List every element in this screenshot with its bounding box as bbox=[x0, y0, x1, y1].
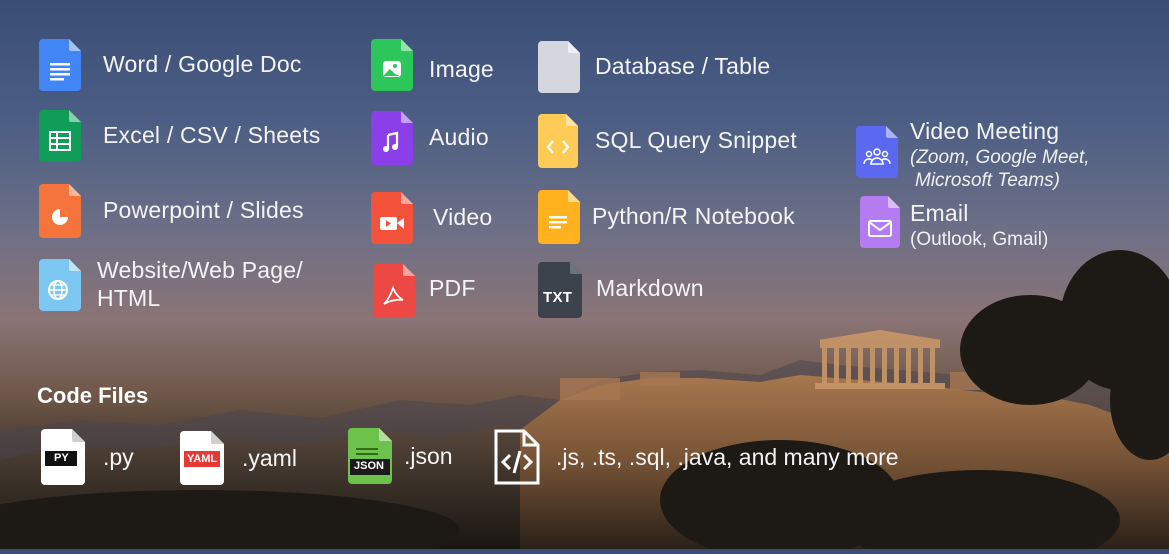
file-type-notebook: Python/R Notebook bbox=[538, 190, 795, 244]
yaml-badge: YAML bbox=[187, 453, 218, 465]
database-file-icon bbox=[538, 41, 580, 93]
file-type-video: Video bbox=[371, 192, 492, 244]
file-type-label: Powerpoint / Slides bbox=[103, 197, 304, 224]
code-file-label: .js, .ts, .sql, .java, and many more bbox=[556, 443, 899, 470]
file-type-label: Video bbox=[433, 204, 493, 231]
file-type-sql: SQL Query Snippet bbox=[538, 114, 797, 168]
mail-icon bbox=[860, 196, 900, 248]
file-type-database: Database / Table bbox=[538, 41, 770, 93]
file-type-label: Image bbox=[429, 56, 494, 83]
file-type-video-meeting: Video Meeting (Zoom, Google Meet, Micros… bbox=[856, 118, 1090, 192]
txt-badge: TXT bbox=[543, 289, 573, 306]
music-note-icon bbox=[371, 111, 413, 165]
file-type-email: Email (Outlook, Gmail) bbox=[860, 196, 1048, 251]
file-type-label: Python/R Notebook bbox=[592, 203, 795, 230]
code-file-label: .py bbox=[103, 443, 134, 470]
code-file-json: JSON .json bbox=[348, 428, 453, 484]
file-type-label-line2: HTML bbox=[97, 284, 161, 311]
file-type-note: (Outlook, Gmail) bbox=[910, 228, 1049, 250]
file-type-label: Markdown bbox=[596, 275, 704, 302]
notebook-icon bbox=[538, 190, 580, 244]
py-badge: PY bbox=[54, 452, 69, 464]
json-file-icon: JSON bbox=[348, 428, 392, 484]
file-type-excel: Excel / CSV / Sheets bbox=[39, 110, 320, 162]
code-file-icon bbox=[494, 429, 540, 485]
file-type-label: PDF bbox=[429, 275, 476, 302]
code-file-other: .js, .ts, .sql, .java, and many more bbox=[494, 429, 899, 485]
code-brackets-icon bbox=[538, 114, 578, 168]
file-type-label: Website/Web Page/ bbox=[97, 257, 303, 283]
txt-file-icon: TXT bbox=[538, 262, 582, 318]
file-type-note-line2: Microsoft Teams) bbox=[915, 169, 1060, 191]
file-type-label: SQL Query Snippet bbox=[595, 127, 797, 154]
file-type-website: Website/Web Page/ HTML bbox=[39, 257, 303, 312]
code-file-py: PY .py bbox=[41, 429, 134, 485]
document-icon bbox=[39, 39, 81, 91]
file-type-note: (Zoom, Google Meet, bbox=[910, 146, 1090, 168]
file-type-powerpoint: Powerpoint / Slides bbox=[39, 184, 304, 238]
file-type-image: Image bbox=[371, 39, 494, 91]
file-type-label: Email bbox=[910, 200, 969, 226]
video-icon bbox=[371, 192, 413, 244]
people-group-icon bbox=[856, 126, 898, 178]
file-type-label: Audio bbox=[429, 124, 489, 151]
globe-icon bbox=[39, 258, 81, 311]
json-badge: JSON bbox=[354, 460, 384, 472]
py-file-icon: PY bbox=[41, 429, 85, 485]
file-type-audio: Audio bbox=[371, 111, 489, 165]
file-type-markdown: TXT Markdown bbox=[538, 262, 704, 318]
pdf-icon bbox=[373, 264, 415, 318]
code-file-label: .yaml bbox=[242, 444, 297, 471]
code-files-title: Code Files bbox=[37, 383, 149, 408]
file-type-label: Video Meeting bbox=[910, 118, 1060, 144]
presentation-icon bbox=[39, 184, 81, 238]
spreadsheet-icon bbox=[39, 110, 81, 162]
yaml-file-icon: YAML bbox=[180, 431, 224, 485]
code-file-label: .json bbox=[404, 442, 453, 469]
file-type-label: Excel / CSV / Sheets bbox=[103, 122, 321, 149]
file-type-label: Database / Table bbox=[595, 53, 771, 80]
file-type-pdf: PDF bbox=[373, 264, 476, 318]
file-type-label: Word / Google Doc bbox=[103, 51, 302, 78]
code-file-yaml: YAML .yaml bbox=[180, 431, 297, 485]
image-icon bbox=[371, 39, 413, 91]
file-type-word: Word / Google Doc bbox=[39, 39, 302, 91]
